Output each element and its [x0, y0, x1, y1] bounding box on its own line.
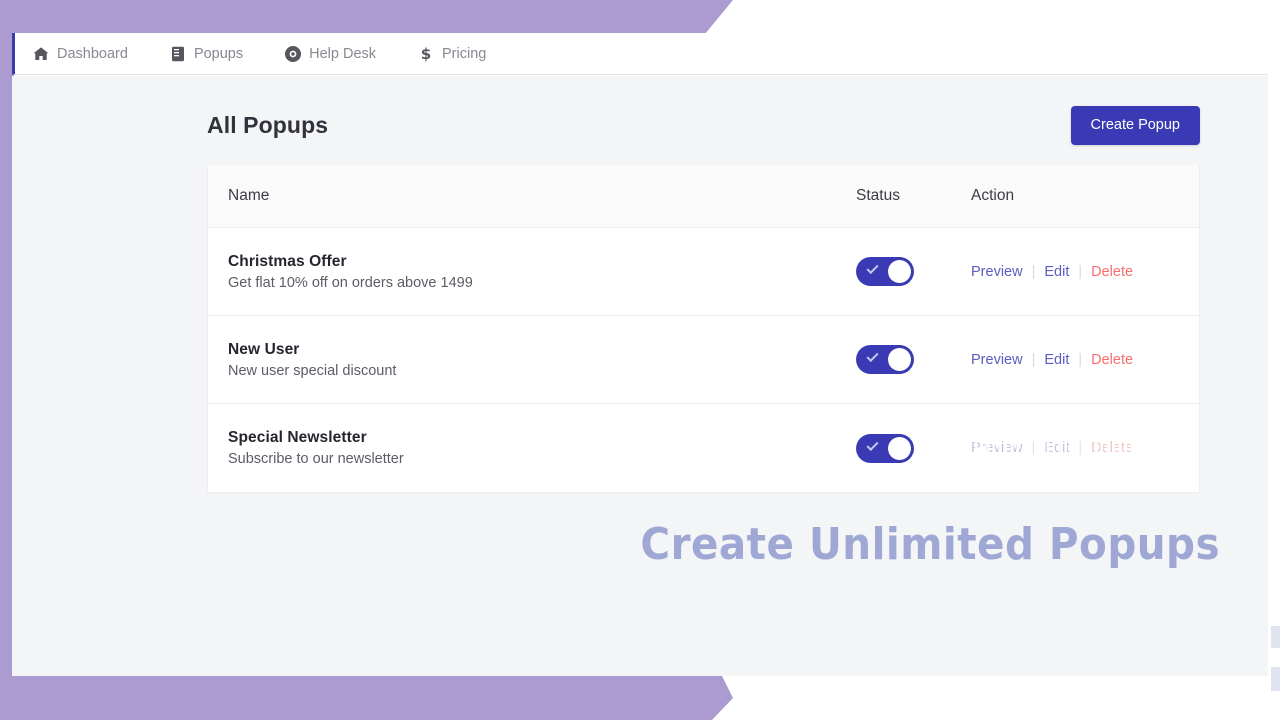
action-separator: | [1078, 440, 1082, 456]
home-icon [33, 46, 49, 62]
toggle-knob [888, 260, 911, 283]
popup-subtitle: Get flat 10% off on orders above 1499 [228, 275, 856, 291]
table-row: Christmas Offer Get flat 10% off on orde… [208, 228, 1199, 316]
popup-title: Special Newsletter [228, 429, 856, 447]
preview-link[interactable]: Preview [971, 352, 1023, 368]
nav-label-dashboard: Dashboard [57, 46, 128, 62]
delete-link[interactable]: Delete [1091, 264, 1133, 280]
svg-text:$: $ [421, 46, 431, 62]
page-title: All Popups [207, 112, 328, 139]
dollar-icon: $ [418, 46, 434, 62]
book-icon [170, 46, 186, 62]
action-separator: | [1078, 352, 1082, 368]
preview-link[interactable]: Preview [971, 264, 1023, 280]
popups-table: Name Status Action Christmas Offer Get f… [207, 165, 1200, 493]
popup-action-cell: Preview | Edit | Delete [971, 264, 1199, 280]
nav-label-help-desk: Help Desk [309, 46, 376, 62]
toggle-knob [888, 437, 911, 460]
main-content-area: All Popups Create Popup Name Status Acti… [12, 76, 1268, 676]
table-row: Special Newsletter Subscribe to our news… [208, 404, 1199, 492]
popup-action-cell: Preview | Edit | Delete [971, 352, 1199, 368]
top-navigation-bar: Dashboard Popups Help Desk $ Pric [12, 33, 1268, 75]
popup-status-cell [856, 434, 971, 463]
popup-status-cell [856, 257, 971, 286]
nav-item-popups[interactable]: Popups [170, 46, 243, 62]
row-actions: Preview | Edit | Delete [971, 352, 1199, 368]
edit-link[interactable]: Edit [1044, 440, 1069, 456]
action-separator: | [1032, 352, 1036, 368]
lifering-icon [285, 46, 301, 62]
watermark-text: Create Unlimited Popups [640, 519, 1220, 570]
table-header-row: Name Status Action [208, 165, 1199, 228]
column-header-name: Name [208, 187, 856, 205]
status-toggle[interactable] [856, 257, 914, 286]
popup-subtitle: Subscribe to our newsletter [228, 451, 856, 467]
nav-item-help-desk[interactable]: Help Desk [285, 46, 376, 62]
status-toggle[interactable] [856, 434, 914, 463]
row-actions: Preview | Edit | Delete [971, 264, 1199, 280]
check-icon [866, 438, 878, 450]
column-header-status: Status [856, 187, 971, 205]
popup-name-cell: Christmas Offer Get flat 10% off on orde… [208, 253, 856, 291]
popup-subtitle: New user special discount [228, 363, 856, 379]
popup-action-cell: Preview | Edit | Delete [971, 440, 1199, 456]
table-row: New User New user special discount Previ… [208, 316, 1199, 404]
page-header: All Popups Create Popup [12, 76, 1268, 145]
popup-title: New User [228, 341, 856, 359]
decoration-bottom-purple-shape [0, 676, 733, 720]
popup-name-cell: Special Newsletter Subscribe to our news… [208, 429, 856, 467]
edit-link[interactable]: Edit [1044, 352, 1069, 368]
row-actions: Preview | Edit | Delete [971, 440, 1199, 456]
check-icon [866, 262, 878, 274]
delete-link[interactable]: Delete [1091, 440, 1133, 456]
nav-label-pricing: Pricing [442, 46, 486, 62]
create-popup-button[interactable]: Create Popup [1071, 106, 1200, 145]
check-icon [866, 350, 878, 362]
scrollbar-track[interactable] [1271, 667, 1280, 691]
preview-link[interactable]: Preview [971, 440, 1023, 456]
popup-status-cell [856, 345, 971, 374]
scrollbar-thumb[interactable] [1271, 626, 1280, 648]
column-header-action: Action [971, 187, 1199, 205]
nav-label-popups: Popups [194, 46, 243, 62]
edit-link[interactable]: Edit [1044, 264, 1069, 280]
popup-name-cell: New User New user special discount [208, 341, 856, 379]
action-separator: | [1032, 440, 1036, 456]
action-separator: | [1078, 264, 1082, 280]
action-separator: | [1032, 264, 1036, 280]
nav-item-dashboard[interactable]: Dashboard [33, 46, 128, 62]
delete-link[interactable]: Delete [1091, 352, 1133, 368]
status-toggle[interactable] [856, 345, 914, 374]
popup-title: Christmas Offer [228, 253, 856, 271]
nav-item-pricing[interactable]: $ Pricing [418, 46, 486, 62]
toggle-knob [888, 348, 911, 371]
